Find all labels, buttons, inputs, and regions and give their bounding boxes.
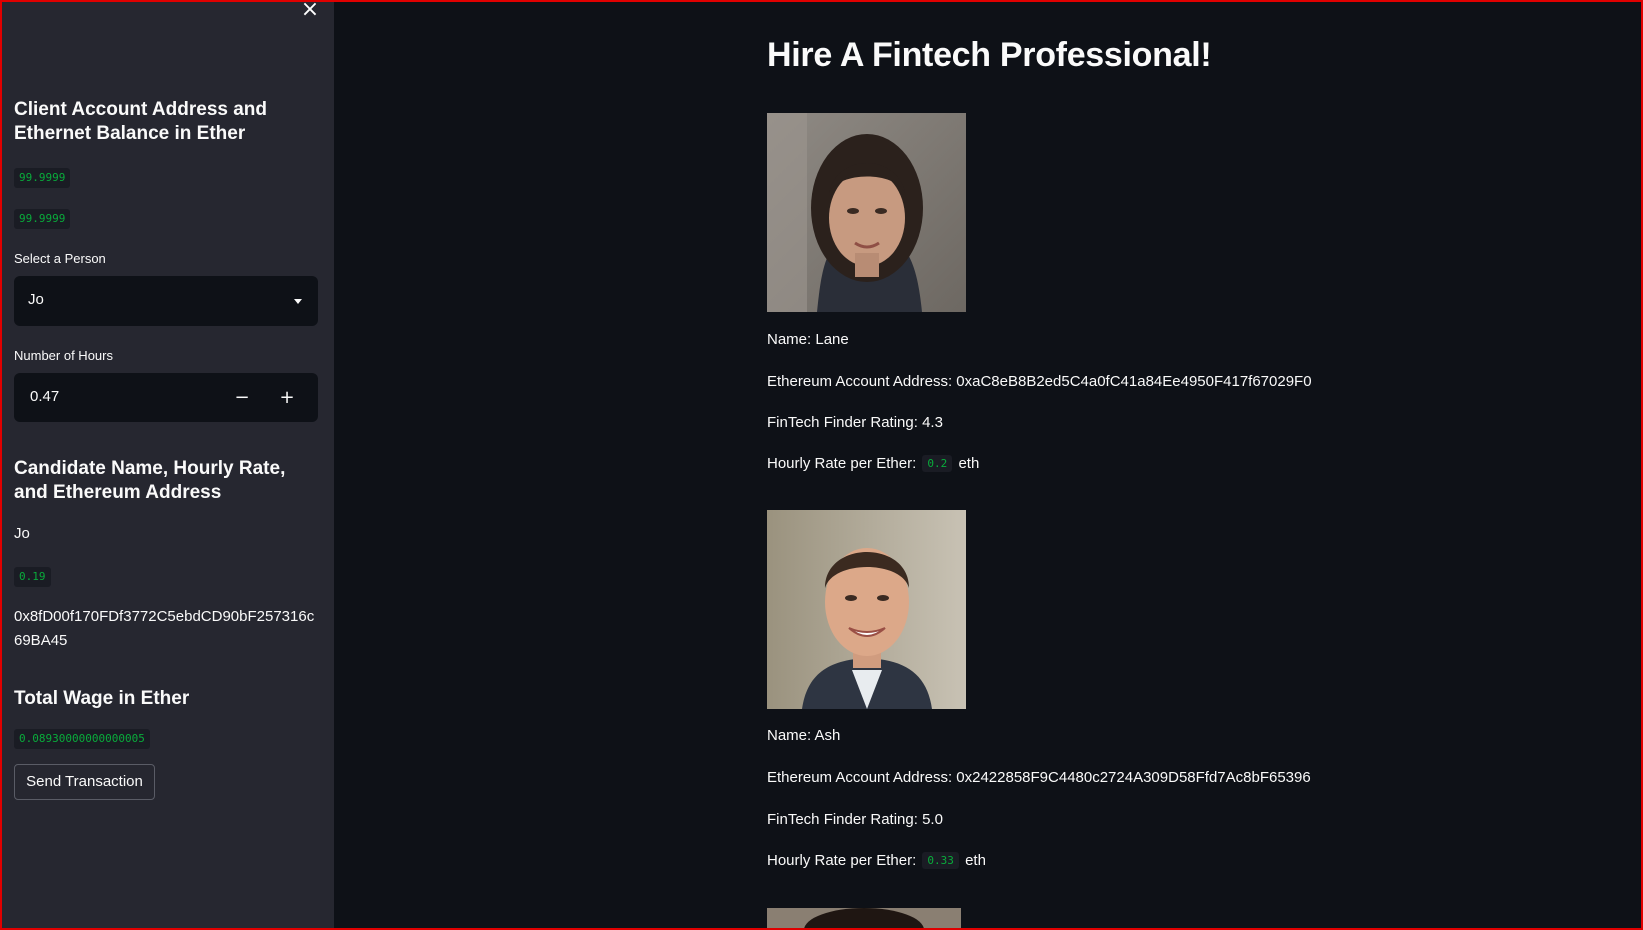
chevron-down-icon xyxy=(294,299,302,304)
page-title: Hire A Fintech Professional! xyxy=(767,36,1212,74)
sidebar: × Client Account Address and Ethernet Ba… xyxy=(0,0,334,930)
select-person-label: Select a Person xyxy=(14,251,106,266)
candidate-rating: FinTech Finder Rating: 5.0 xyxy=(767,811,943,828)
candidate-rating: FinTech Finder Rating: 4.3 xyxy=(767,414,943,431)
minus-icon[interactable]: − xyxy=(220,373,264,422)
rate-unit: eth xyxy=(965,852,986,869)
candidate-rate: 0.19 xyxy=(14,567,51,587)
portrait-image xyxy=(767,113,966,312)
portrait-image xyxy=(767,908,961,928)
send-transaction-button[interactable]: Send Transaction xyxy=(14,764,155,800)
candidate-photo xyxy=(767,113,966,312)
hours-label: Number of Hours xyxy=(14,348,113,363)
balance-value: 99.9999 xyxy=(14,209,71,229)
selected-person: Jo xyxy=(28,291,44,308)
wage-heading: Total Wage in Ether xyxy=(14,688,190,709)
person-select[interactable]: Jo xyxy=(14,276,318,326)
wage-value: 0.08930000000000005 xyxy=(14,729,150,749)
rate-value: 0.2 xyxy=(922,455,953,472)
candidate-photo xyxy=(767,908,961,928)
candidate-name: Jo xyxy=(14,525,30,542)
candidate-name: Name: Lane xyxy=(767,331,849,348)
rate-unit: eth xyxy=(958,455,980,472)
hours-stepper: − + xyxy=(14,373,318,422)
candidate-heading: Candidate Name, Hourly Rate, and Ethereu… xyxy=(14,458,286,503)
portrait-image xyxy=(767,510,966,709)
balance-value: 99.9999 xyxy=(14,168,71,188)
candidate-address: 0x8fD00f170FDf3772C5ebdCD90bF257316c69BA… xyxy=(14,608,315,649)
rate-label: Hourly Rate per Ether: xyxy=(767,455,917,472)
candidate-address: Ethereum Account Address: 0x2422858F9C44… xyxy=(767,769,1311,786)
candidate-rate-line: Hourly Rate per Ether: 0.33 eth xyxy=(767,852,986,869)
rate-label: Hourly Rate per Ether: xyxy=(767,852,917,869)
candidate-photo xyxy=(767,510,966,709)
hours-input[interactable] xyxy=(30,388,230,405)
candidate-name: Name: Ash xyxy=(767,727,841,744)
close-icon[interactable]: × xyxy=(300,0,320,22)
candidate-address: Ethereum Account Address: 0xaC8eB8B2ed5C… xyxy=(767,373,1312,390)
rate-value: 0.33 xyxy=(922,852,959,869)
candidate-rate-line: Hourly Rate per Ether: 0.2 eth xyxy=(767,455,979,472)
plus-icon[interactable]: + xyxy=(265,373,309,422)
balance-heading: Client Account Address and Ethernet Bala… xyxy=(14,99,268,144)
